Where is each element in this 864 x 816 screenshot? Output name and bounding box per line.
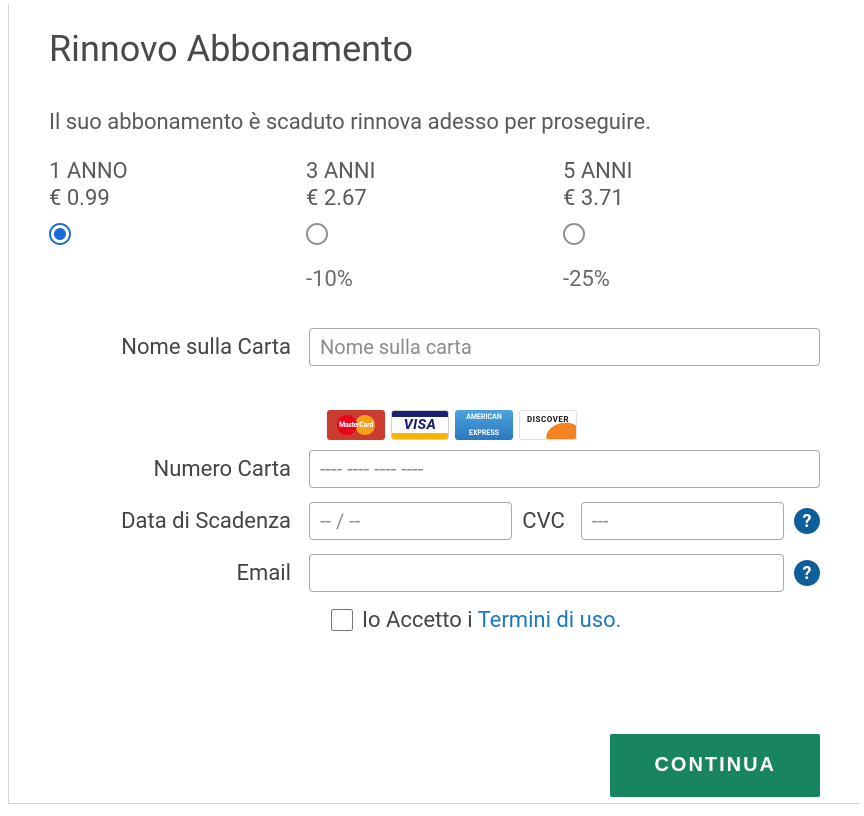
card-number-label: Numero Carta: [49, 457, 309, 482]
card-brand-row: MasterCard VISA AMERICAN EXPRESS DISCOVE…: [327, 410, 820, 440]
discover-label: DISCOVER: [520, 415, 576, 424]
plan-radio-5-years[interactable]: [563, 223, 585, 245]
mastercard-label: MasterCard: [339, 421, 373, 429]
visa-icon: VISA: [391, 410, 449, 440]
mastercard-icon: MasterCard: [327, 410, 385, 440]
amex-label-2: EXPRESS: [466, 429, 502, 437]
page-title: Rinnovo Abbonamento: [49, 28, 820, 70]
plan-label: 3 ANNI: [306, 159, 563, 184]
terms-link[interactable]: Termini di uso.: [478, 608, 622, 633]
cvc-label: CVC: [522, 509, 571, 534]
card-number-input[interactable]: [309, 450, 820, 488]
plan-1-year: 1 ANNO € 0.99: [49, 159, 306, 292]
plan-3-years: 3 ANNI € 2.67 -10%: [306, 159, 563, 292]
email-input[interactable]: [309, 554, 784, 592]
name-on-card-input[interactable]: [309, 328, 820, 366]
name-on-card-label: Nome sulla Carta: [49, 335, 309, 360]
terms-row: Io Accetto i Termini di uso.: [327, 606, 820, 634]
expiry-label: Data di Scadenza: [49, 509, 309, 534]
cvc-input[interactable]: [581, 502, 784, 540]
email-help-icon[interactable]: ?: [794, 560, 820, 586]
plan-price: € 3.71: [563, 186, 820, 211]
expiry-input[interactable]: [309, 502, 512, 540]
plan-5-years: 5 ANNI € 3.71 -25%: [563, 159, 820, 292]
plan-price: € 2.67: [306, 186, 563, 211]
terms-prefix: Io Accetto i: [362, 608, 478, 633]
continue-button[interactable]: CONTINUA: [610, 734, 820, 797]
cvc-help-icon[interactable]: ?: [794, 508, 820, 534]
renewal-panel: Rinnovo Abbonamento Il suo abbonamento è…: [8, 4, 860, 804]
page-subtitle: Il suo abbonamento è scaduto rinnova ade…: [49, 110, 820, 135]
plan-discount: -10%: [306, 267, 563, 292]
discover-icon: DISCOVER: [519, 410, 577, 440]
amex-label-1: AMERICAN: [466, 413, 502, 421]
plan-radio-1-year[interactable]: [49, 223, 71, 245]
plan-label: 5 ANNI: [563, 159, 820, 184]
plan-selector: 1 ANNO € 0.99 3 ANNI € 2.67 -10% 5 ANNI …: [49, 159, 820, 292]
plan-label: 1 ANNO: [49, 159, 306, 184]
amex-icon: AMERICAN EXPRESS: [455, 410, 513, 440]
email-label: Email: [49, 561, 309, 586]
terms-checkbox[interactable]: [331, 609, 353, 631]
plan-radio-3-years[interactable]: [306, 223, 328, 245]
visa-label: VISA: [404, 417, 437, 433]
plan-discount: -25%: [563, 267, 820, 292]
plan-price: € 0.99: [49, 186, 306, 211]
